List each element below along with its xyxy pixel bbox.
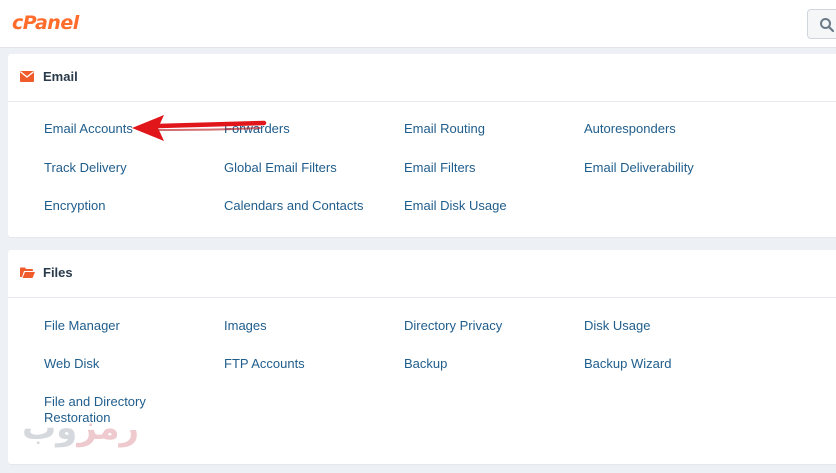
track-delivery-link[interactable]: Track Delivery (44, 160, 127, 175)
directory-privacy-link[interactable]: Directory Privacy (404, 318, 502, 333)
email-accounts-link[interactable]: Email Accounts (44, 121, 133, 136)
annotation-arrow (132, 115, 267, 141)
email-section-header[interactable]: Email (8, 54, 836, 102)
watermark-part1: وب (22, 408, 78, 448)
email-routing-link[interactable]: Email Routing (404, 121, 485, 136)
email-deliverability-link[interactable]: Email Deliverability (584, 160, 694, 175)
global-email-filters-link[interactable]: Global Email Filters (224, 160, 337, 175)
disk-usage-link[interactable]: Disk Usage (584, 318, 650, 333)
backup-wizard-link[interactable]: Backup Wizard (584, 356, 671, 371)
search-button[interactable] (807, 9, 836, 39)
encryption-link[interactable]: Encryption (44, 198, 105, 213)
envelope-icon (20, 71, 34, 82)
email-disk-usage-link[interactable]: Email Disk Usage (404, 198, 507, 213)
search-icon (820, 18, 835, 33)
backup-link[interactable]: Backup (404, 356, 447, 371)
folder-open-icon (20, 267, 35, 278)
files-section-title: Files (43, 265, 73, 280)
top-bar: cPanel (0, 0, 836, 48)
email-section: Email Email Accounts Forwarders Email Ro… (8, 54, 836, 237)
email-filters-link[interactable]: Email Filters (404, 160, 476, 175)
email-section-title: Email (43, 69, 78, 84)
images-link[interactable]: Images (224, 318, 267, 333)
watermark-logo: رمزوب (22, 408, 139, 448)
cpanel-logo[interactable]: cPanel (12, 12, 79, 34)
ftp-accounts-link[interactable]: FTP Accounts (224, 356, 305, 371)
calendars-and-contacts-link[interactable]: Calendars and Contacts (224, 198, 363, 213)
web-disk-link[interactable]: Web Disk (44, 356, 99, 371)
watermark-part2: رمز (77, 408, 140, 448)
file-manager-link[interactable]: File Manager (44, 318, 120, 333)
autoresponders-link[interactable]: Autoresponders (584, 121, 676, 136)
files-section-header[interactable]: Files (8, 250, 836, 298)
